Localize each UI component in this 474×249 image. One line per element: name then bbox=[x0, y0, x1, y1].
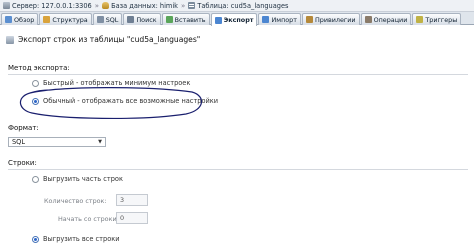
export-method-quick[interactable]: Быстрый - отображать минимум настроек bbox=[32, 79, 190, 87]
tab-label: Вставить bbox=[174, 15, 206, 24]
structure-icon bbox=[43, 16, 51, 23]
tab-triggers[interactable]: Триггеры bbox=[412, 13, 462, 25]
radio-rows-all[interactable] bbox=[32, 235, 39, 243]
export-method-label: Метод экспорта: bbox=[8, 64, 70, 72]
divider bbox=[8, 74, 468, 75]
operations-icon bbox=[364, 16, 372, 23]
tab-label: SQL bbox=[105, 15, 119, 24]
tab-label: Поиск bbox=[136, 15, 157, 24]
export-icon bbox=[214, 16, 222, 24]
tab-label: Структура bbox=[52, 15, 88, 24]
breadcrumb-separator: » bbox=[181, 1, 186, 10]
breadcrumb-database[interactable]: База данных: himik bbox=[102, 2, 178, 10]
rows-all-label[interactable]: Выгрузить все строки bbox=[43, 235, 120, 243]
tab-operations[interactable]: Операции bbox=[360, 13, 412, 25]
tab-label: Привилегии bbox=[314, 15, 356, 24]
tab-label: Триггеры bbox=[425, 15, 458, 24]
tab-label: Экспорт bbox=[223, 16, 254, 24]
sql-icon bbox=[96, 16, 104, 23]
rows-label: Строки: bbox=[8, 159, 37, 167]
export-method-section: Метод экспорта: bbox=[8, 64, 468, 75]
chevron-down-icon[interactable]: ▼ bbox=[96, 139, 104, 145]
breadcrumb: Сервер: 127.0.0.1:3306 » База данных: hi… bbox=[0, 0, 474, 12]
insert-icon bbox=[165, 16, 173, 23]
tab-insert[interactable]: Вставить bbox=[161, 13, 210, 25]
tab-browse[interactable]: Обзор bbox=[1, 13, 39, 25]
table-icon bbox=[188, 2, 196, 9]
search-icon bbox=[127, 16, 135, 23]
tab-label: Обзор bbox=[14, 15, 35, 24]
breadcrumb-server[interactable]: Сервер: 127.0.0.1:3306 bbox=[3, 2, 92, 10]
tab-import[interactable]: Импорт bbox=[258, 13, 301, 25]
format-select[interactable]: SQL ▼ bbox=[8, 137, 106, 147]
format-section: Формат: bbox=[8, 124, 468, 132]
radio-rows-some[interactable] bbox=[32, 175, 39, 183]
tab-privileges[interactable]: Привилегии bbox=[301, 13, 360, 25]
privileges-icon bbox=[305, 16, 313, 23]
radio-custom[interactable] bbox=[32, 97, 39, 105]
format-label: Формат: bbox=[8, 124, 39, 132]
page-title-text: Экспорт строк из таблицы "cud5a_language… bbox=[18, 35, 201, 44]
tab-label: Операции bbox=[373, 15, 408, 24]
export-method-quick-label[interactable]: Быстрый - отображать минимум настроек bbox=[43, 79, 190, 87]
row-count-field[interactable]: 3 bbox=[116, 194, 148, 206]
start-row-field[interactable]: 0 bbox=[116, 212, 148, 224]
import-icon bbox=[262, 16, 270, 23]
database-icon bbox=[102, 2, 110, 9]
tab-label: Импорт bbox=[271, 15, 297, 24]
browse-icon bbox=[5, 16, 12, 23]
tab-structure[interactable]: Структура bbox=[39, 13, 92, 25]
breadcrumb-table[interactable]: Таблица: cud5a_languages bbox=[188, 2, 288, 10]
divider bbox=[8, 169, 468, 170]
row-count-label: Количество строк: bbox=[44, 197, 107, 205]
rows-all-option[interactable]: Выгрузить все строки bbox=[32, 235, 120, 243]
start-row-label: Начать со строки: bbox=[58, 215, 119, 223]
rows-some-option[interactable]: Выгрузить часть строк bbox=[32, 175, 123, 183]
page-title: Экспорт строк из таблицы "cud5a_language… bbox=[6, 35, 200, 44]
rows-some-label[interactable]: Выгрузить часть строк bbox=[43, 175, 123, 183]
breadcrumb-table-label[interactable]: Таблица: cud5a_languages bbox=[197, 2, 288, 10]
server-icon bbox=[3, 2, 10, 9]
format-select-value: SQL bbox=[12, 138, 26, 146]
triggers-icon bbox=[416, 16, 424, 23]
breadcrumb-server-label[interactable]: Сервер: 127.0.0.1:3306 bbox=[12, 2, 92, 10]
export-method-custom-label[interactable]: Обычный - отображать все возможные настр… bbox=[43, 97, 218, 105]
export-icon bbox=[6, 35, 14, 44]
export-method-custom[interactable]: Обычный - отображать все возможные настр… bbox=[32, 97, 218, 105]
tab-search[interactable]: Поиск bbox=[123, 13, 161, 25]
tab-bar: Обзор Структура SQL Поиск Вставить Экспо… bbox=[0, 12, 474, 26]
breadcrumb-database-label[interactable]: База данных: himik bbox=[111, 2, 178, 10]
tab-sql[interactable]: SQL bbox=[92, 13, 123, 25]
breadcrumb-separator: » bbox=[94, 1, 100, 10]
rows-section: Строки: bbox=[8, 159, 468, 170]
tab-export[interactable]: Экспорт bbox=[210, 13, 258, 26]
radio-quick[interactable] bbox=[32, 79, 39, 87]
